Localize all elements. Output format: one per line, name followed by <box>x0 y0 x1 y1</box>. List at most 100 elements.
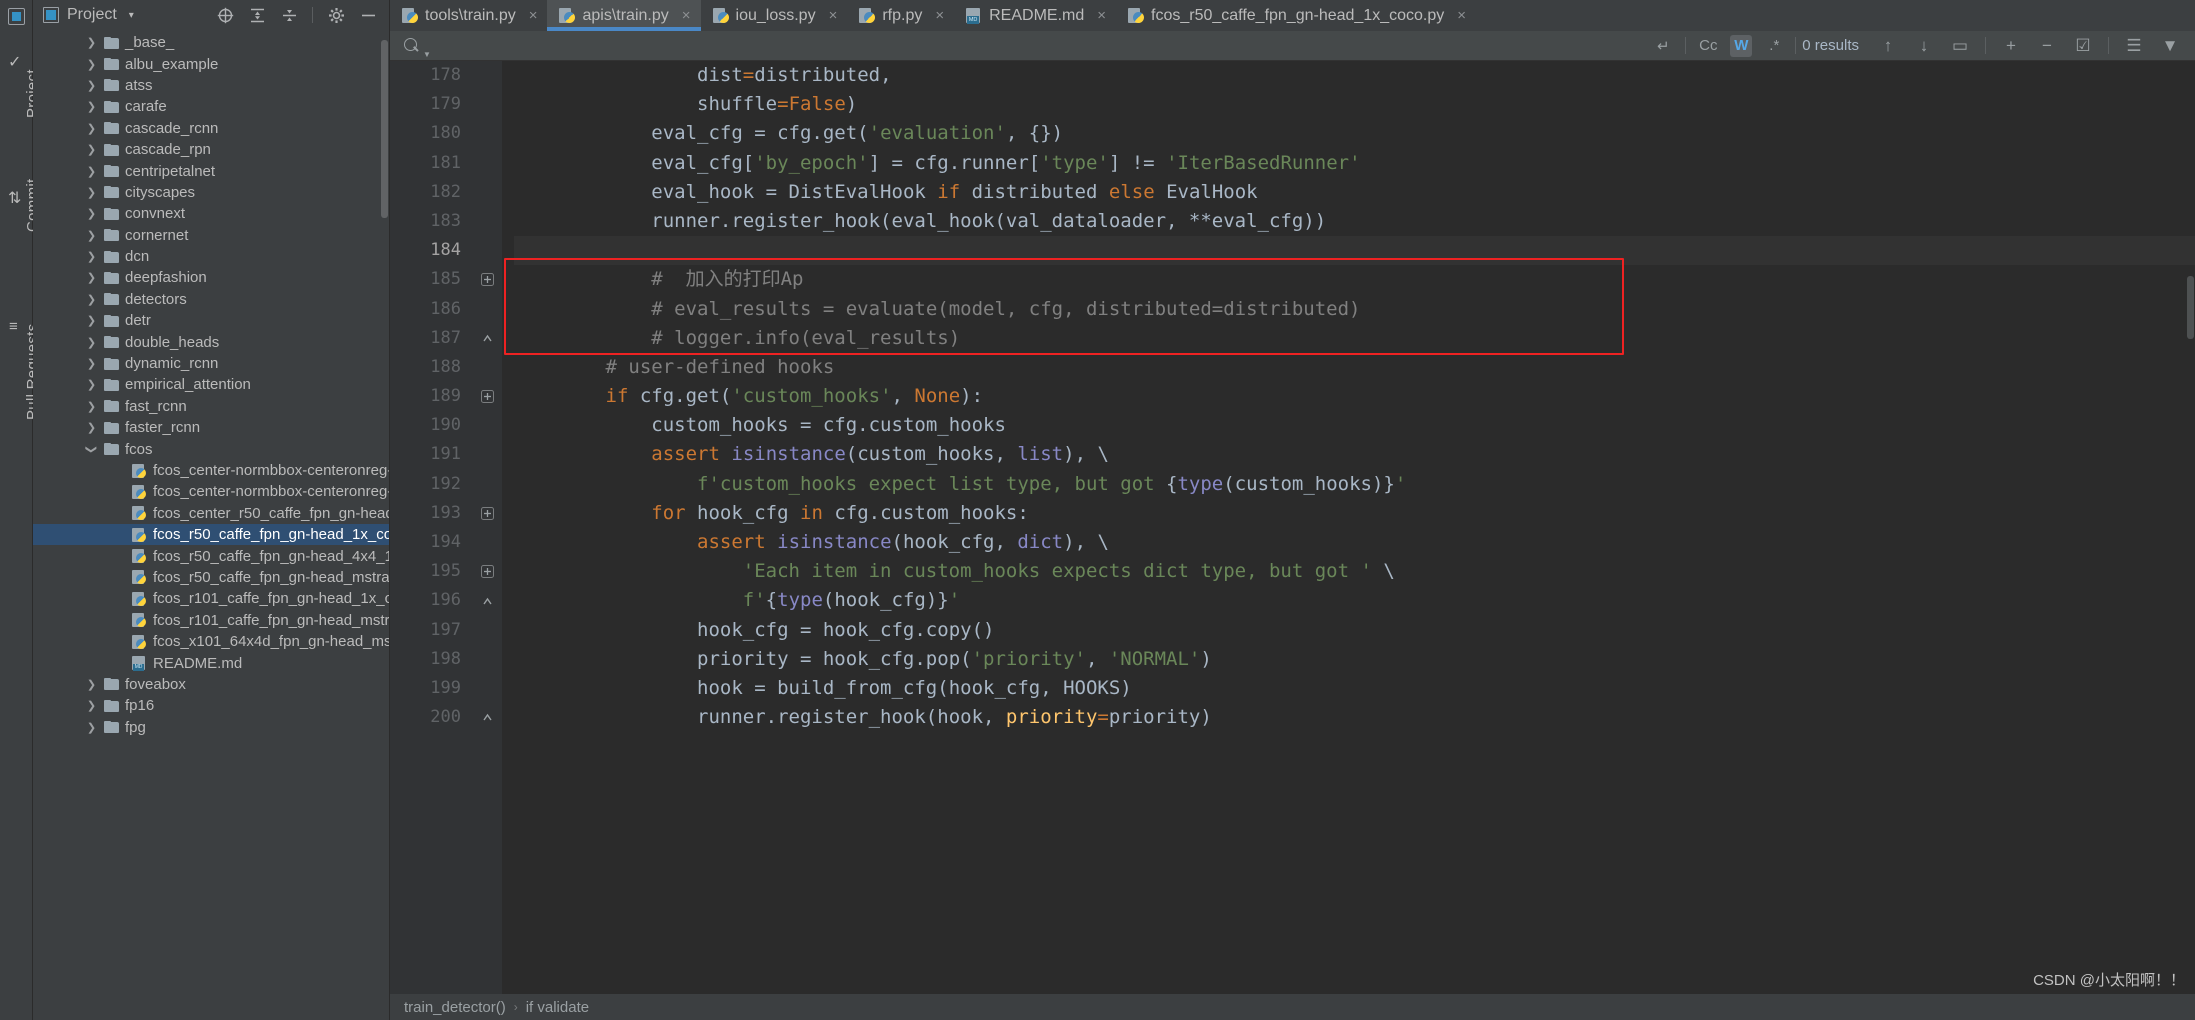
code-line[interactable]: runner.register_hook(eval_hook(val_datal… <box>514 207 2195 236</box>
close-icon[interactable]: × <box>829 7 838 24</box>
code-line[interactable]: f'custom_hooks expect list type, but got… <box>514 470 2195 499</box>
fold-toggle-icon[interactable] <box>480 587 495 616</box>
tree-node[interactable]: ❯ fpg <box>33 717 389 738</box>
tree-node[interactable]: ❯ fp16 <box>33 695 389 716</box>
chevron-right-icon[interactable]: ❯ <box>85 336 98 349</box>
code-line[interactable]: f'{type(hook_cfg)}' <box>514 586 2195 615</box>
fold-toggle-icon[interactable] <box>480 382 495 411</box>
search-history-caret-icon[interactable]: ▼ <box>423 50 431 59</box>
open-in-find-window-icon[interactable]: ☰ <box>2123 35 2145 57</box>
chevron-right-icon[interactable]: ❯ <box>85 400 98 413</box>
tree-node[interactable]: ❯ dcn <box>33 246 389 267</box>
chevron-right-icon[interactable]: ❯ <box>85 122 98 135</box>
close-icon[interactable]: × <box>935 7 944 24</box>
fold-toggle-icon[interactable] <box>480 324 495 353</box>
chevron-right-icon[interactable]: ❯ <box>85 421 98 434</box>
find-previous-icon[interactable]: ↑ <box>1877 35 1899 57</box>
gear-icon[interactable] <box>327 6 345 24</box>
code-line[interactable]: 'Each item in custom_hooks expects dict … <box>514 557 2195 586</box>
fold-toggle-icon[interactable] <box>480 499 495 528</box>
editor-tab-3[interactable]: rfp.py × <box>847 0 954 31</box>
code-line[interactable]: eval_hook = DistEvalHook if distributed … <box>514 178 2195 207</box>
tree-node[interactable]: ❯ cascade_rcnn <box>33 118 389 139</box>
code-line[interactable]: # user-defined hooks <box>514 353 2195 382</box>
code-content[interactable]: dist=distributed, shuffle=False) eval_cf… <box>502 61 2195 994</box>
tree-node[interactable]: ❯ faster_rcnn <box>33 417 389 438</box>
chevron-right-icon[interactable]: ❯ <box>85 165 98 178</box>
code-folding-gutter[interactable] <box>474 61 502 994</box>
tree-node[interactable]: ❯ deepfashion <box>33 267 389 288</box>
code-line[interactable]: if cfg.get('custom_hooks', None): <box>514 382 2195 411</box>
code-line[interactable]: custom_hooks = cfg.custom_hooks <box>514 411 2195 440</box>
code-line[interactable]: # 加入的打印Ap <box>514 265 2195 294</box>
chevron-right-icon[interactable]: ❯ <box>85 314 98 327</box>
chevron-right-icon[interactable]: ❯ <box>85 699 98 712</box>
code-line[interactable]: assert isinstance(custom_hooks, list), \ <box>514 440 2195 469</box>
tree-node[interactable]: ❯fcos_x101_64x4d_fpn_gn-head_mstrain_64 <box>33 631 389 652</box>
chevron-right-icon[interactable]: ❯ <box>85 36 98 49</box>
fold-toggle-icon[interactable] <box>480 703 495 732</box>
tree-node[interactable]: ❯ cityscapes <box>33 182 389 203</box>
code-line[interactable]: priority = hook_cfg.pop('priority', 'NOR… <box>514 645 2195 674</box>
code-editor[interactable]: 178 179 180 181 182 183 184 185 186 187 188 189 190 1… <box>390 61 2195 994</box>
add-occurrence-icon[interactable]: + <box>2000 35 2022 57</box>
code-line[interactable]: eval_cfg = cfg.get('evaluation', {}) <box>514 119 2195 148</box>
code-line[interactable]: hook_cfg = hook_cfg.copy() <box>514 616 2195 645</box>
tree-node[interactable]: ❯fcos_center-normbbox-centeronreg-giou_r <box>33 460 389 481</box>
whole-words-toggle[interactable]: W <box>1730 34 1753 57</box>
expand-all-icon[interactable] <box>248 6 266 24</box>
chevron-right-icon[interactable]: ❯ <box>85 207 98 220</box>
tree-node[interactable]: ❯ detr <box>33 310 389 331</box>
editor-tab-5[interactable]: fcos_r50_caffe_fpn_gn-head_1x_coco.py × <box>1116 0 1476 31</box>
breadcrumb-item-0[interactable]: train_detector() <box>404 999 506 1016</box>
tree-node[interactable]: ❯ convnext <box>33 203 389 224</box>
filter-icon[interactable]: ▼ <box>2159 35 2181 57</box>
chevron-right-icon[interactable]: ❯ <box>85 58 98 71</box>
regex-toggle[interactable]: .* <box>1763 35 1785 57</box>
tree-node[interactable]: ❯ cornernet <box>33 225 389 246</box>
tree-node[interactable]: ❯ foveabox <box>33 674 389 695</box>
chevron-right-icon[interactable]: ❯ <box>85 721 98 734</box>
fold-toggle-icon[interactable] <box>480 557 495 586</box>
tree-node[interactable]: ❯ cascade_rpn <box>33 139 389 160</box>
chevron-down-icon[interactable]: ❯ <box>85 443 98 456</box>
regex-history-icon[interactable]: ↵ <box>1652 35 1674 57</box>
tree-node[interactable]: ❯fcos_r101_caffe_fpn_gn-head_mstrain_640… <box>33 610 389 631</box>
chevron-right-icon[interactable]: ❯ <box>85 293 98 306</box>
close-icon[interactable]: × <box>1457 7 1466 24</box>
chevron-right-icon[interactable]: ❯ <box>85 357 98 370</box>
tree-node[interactable]: ❯ empirical_attention <box>33 374 389 395</box>
close-icon[interactable]: × <box>682 7 691 24</box>
select-all-occurrences-icon[interactable]: ▭ <box>1949 35 1971 57</box>
tree-node[interactable]: ❯ albu_example <box>33 53 389 74</box>
fold-toggle-icon[interactable] <box>480 265 495 294</box>
code-line[interactable]: hook = build_from_cfg(hook_cfg, HOOKS) <box>514 674 2195 703</box>
editor-tab-4[interactable]: README.md × <box>954 0 1116 31</box>
editor-tab-2[interactable]: iou_loss.py × <box>701 0 848 31</box>
chevron-right-icon[interactable]: ❯ <box>85 100 98 113</box>
code-line[interactable]: eval_cfg['by_epoch'] = cfg.runner['type'… <box>514 149 2195 178</box>
tree-node[interactable]: ❯fcos_r50_caffe_fpn_gn-head_1x_coco.py <box>33 523 389 546</box>
editor-scrollbar[interactable] <box>2186 61 2195 994</box>
code-line[interactable] <box>514 236 2195 266</box>
collapse-all-icon[interactable] <box>280 6 298 24</box>
close-icon[interactable]: × <box>1097 7 1106 24</box>
find-field-wrapper[interactable]: ▼ <box>390 31 1652 61</box>
chevron-right-icon[interactable]: ❯ <box>85 271 98 284</box>
select-all-icon[interactable]: ☑ <box>2072 35 2094 57</box>
code-line[interactable]: runner.register_hook(hook, priority=prio… <box>514 703 2195 732</box>
tree-node[interactable]: ❯ _base_ <box>33 32 389 53</box>
tree-node[interactable]: ❯fcos_r50_caffe_fpn_gn-head_4x4_1x_coco.… <box>33 545 389 566</box>
tree-node[interactable]: ❯ atss <box>33 75 389 96</box>
tree-node[interactable]: ❯fcos_center_r50_caffe_fpn_gn-head_1x_co… <box>33 503 389 524</box>
chevron-right-icon[interactable]: ❯ <box>85 229 98 242</box>
match-case-toggle[interactable]: Cc <box>1697 35 1719 57</box>
code-line[interactable]: for hook_cfg in cfg.custom_hooks: <box>514 499 2195 528</box>
code-line[interactable]: # logger.info(eval_results) <box>514 324 2195 353</box>
editor-tab-1[interactable]: apis\train.py × <box>547 0 701 31</box>
tree-node[interactable]: ❯ detectors <box>33 289 389 310</box>
close-icon[interactable]: × <box>529 7 538 24</box>
find-next-icon[interactable]: ↓ <box>1913 35 1935 57</box>
tree-node[interactable]: ❯README.md <box>33 652 389 673</box>
tree-node[interactable]: ❯ fcos <box>33 438 389 459</box>
